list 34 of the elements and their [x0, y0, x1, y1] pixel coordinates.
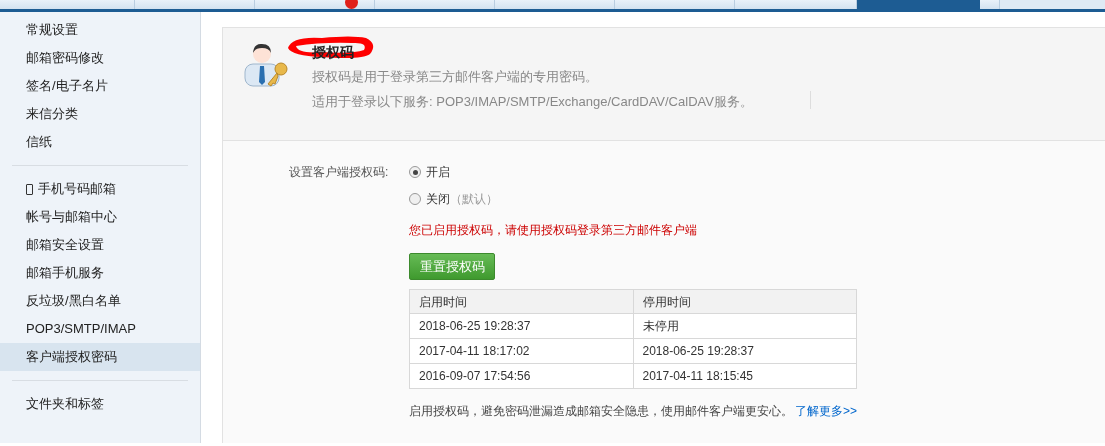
description-text: 适用于登录以下服务: POP3/IMAP/SMTP/Exchange/CardDAV/CalDAV服务。 — [312, 92, 753, 111]
setting-label: 设置客户端授权码: — [289, 164, 390, 181]
nav-tab[interactable] — [255, 0, 375, 9]
sidebar-item[interactable]: 客户端授权密码 — [0, 343, 200, 371]
description-text: 授权码是用于登录第三方邮件客户端的专用密码。 — [312, 68, 599, 86]
sidebar-item[interactable]: 来信分类 — [0, 100, 200, 128]
sidebar-item[interactable]: 信纸 — [0, 128, 200, 156]
table-cell: 未停用 — [633, 313, 857, 339]
radio-button[interactable] — [409, 166, 421, 178]
sidebar-item[interactable]: 邮箱手机服务 — [0, 259, 200, 287]
table-cell: 2017-04-11 18:15:45 — [633, 363, 857, 389]
learn-more-link[interactable]: 了解更多>> — [795, 404, 857, 418]
sidebar-item[interactable]: POP3/SMTP/IMAP — [0, 315, 200, 343]
status-message: 您已启用授权码，请使用授权码登录第三方邮件客户端 — [409, 222, 698, 239]
info-text: 启用授权码，避免密码泄漏造成邮箱安全隐患，使用邮件客户端更安心。 — [409, 404, 793, 418]
table-cell: 2017-04-11 18:17:02 — [409, 338, 633, 364]
column-header: 停用时间 — [633, 289, 857, 314]
sidebar-item[interactable]: 文件夹和标签 — [0, 390, 200, 418]
option-label: 开启 — [426, 164, 450, 181]
sidebar-item[interactable]: 反垃圾/黑白名单 — [0, 287, 200, 315]
table-cell: 2018-06-25 19:28:37 — [633, 338, 857, 364]
sidebar-item[interactable]: 手机号码邮箱 — [0, 175, 200, 203]
phone-icon — [26, 183, 33, 195]
default-note: （默认） — [450, 191, 498, 208]
sidebar-item[interactable]: 签名/电子名片 — [0, 72, 200, 100]
sidebar-item[interactable]: 邮箱密码修改 — [0, 44, 200, 72]
option-label: 关闭 — [426, 191, 450, 208]
sidebar-item[interactable]: 常规设置 — [0, 16, 200, 44]
table-cell: 2018-06-25 19:28:37 — [409, 313, 633, 339]
sidebar-item[interactable]: 帐号与邮箱中心 — [0, 203, 200, 231]
column-header: 启用时间 — [409, 289, 633, 314]
radio-button[interactable] — [409, 193, 421, 205]
sidebar-item[interactable]: 邮箱安全设置 — [0, 231, 200, 259]
table-cell: 2016-09-07 17:54:56 — [409, 363, 633, 389]
